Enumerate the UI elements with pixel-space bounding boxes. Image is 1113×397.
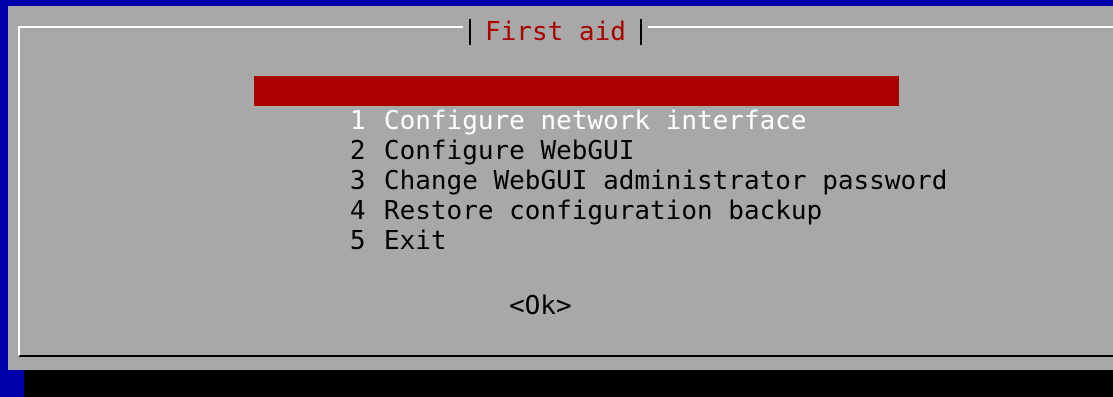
menu-item-number: 3 — [349, 166, 366, 196]
menu-item-number: 5 — [349, 226, 366, 256]
dialog-shadow — [24, 370, 1113, 397]
ok-button[interactable]: <Ok> — [509, 289, 572, 323]
dialog-title-bar: First aid — [463, 15, 648, 49]
menu-item-label: Configure network interface — [383, 106, 807, 136]
menu-item-label: Change WebGUI administrator password — [383, 166, 948, 196]
title-bracket-right — [639, 19, 642, 45]
menu-item-number: 2 — [349, 136, 366, 166]
menu-item-label: Configure WebGUI — [383, 136, 635, 166]
menu-list: 1 Configure network interface 2 Configure … — [254, 76, 947, 256]
dialog-title: First aid — [485, 17, 626, 47]
first-aid-dialog: First aid 1 Configure network interface 2… — [8, 6, 1113, 370]
menu-item-label: Restore configuration backup — [383, 196, 823, 226]
menu-item-configure-network-interface[interactable]: 1 Configure network interface — [254, 76, 899, 136]
menu-item-label: Exit — [383, 226, 447, 256]
menu-item-number: 1 — [349, 106, 366, 136]
menu-item-number: 4 — [349, 196, 366, 226]
